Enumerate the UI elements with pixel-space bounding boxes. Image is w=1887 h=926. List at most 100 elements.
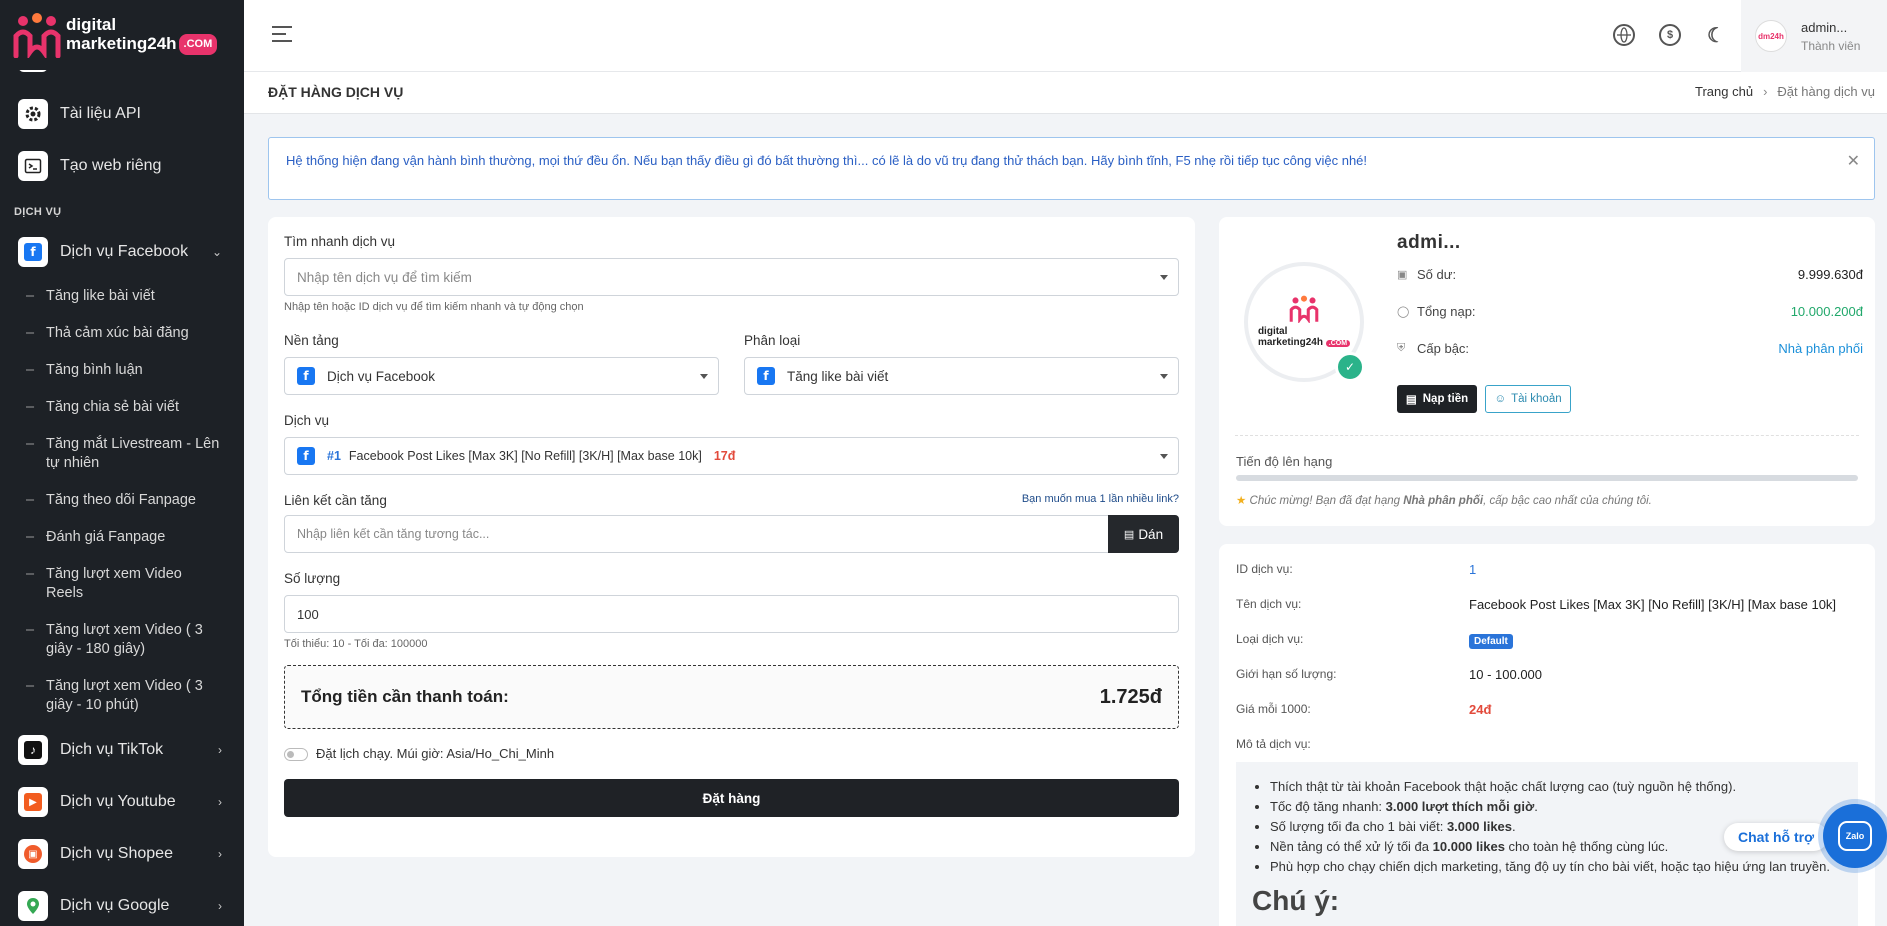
caret-down-icon [700, 374, 708, 379]
balance-row: ▣ Số dư: 9.999.630đ [1397, 267, 1863, 282]
clipboard-icon: ▤ [1123, 528, 1135, 541]
detail-limit-row: Giới hạn số lượng: 10 - 100.000 [1236, 667, 1856, 682]
description-item: Thích thật từ tài khoản Facebook thật ho… [1270, 777, 1844, 797]
dash-icon: – [26, 325, 35, 341]
sidebar-item-shopee[interactable]: ▣ Dịch vụ Shopee › [0, 828, 244, 880]
moon-icon[interactable]: ☾ [1705, 24, 1727, 47]
search-placeholder: Nhập tên dịch vụ để tìm kiếm [297, 269, 472, 285]
schedule-row: Đặt lịch chạy. Múi giờ: Asia/Ho_Chi_Minh [284, 746, 1179, 762]
page-title: ĐẶT HÀNG DỊCH VỤ [268, 84, 404, 100]
account-label: Tài khoản [1511, 393, 1562, 405]
sidebar-subitem[interactable]: – Thả cảm xúc bài đăng [0, 315, 244, 352]
breadcrumb-separator-icon: › [1763, 84, 1768, 99]
brand-logo[interactable]: digital marketing24h .COM [0, 0, 244, 70]
sidebar-item-api-docs[interactable]: Tài liệu API [0, 88, 244, 140]
service-search-select[interactable]: Nhập tên dịch vụ để tìm kiếm [284, 258, 1179, 296]
sidebar-subitem[interactable]: – Tăng bình luận [0, 352, 244, 389]
chevron-right-icon: › [218, 899, 222, 913]
detail-label: Giá mỗi 1000: [1236, 702, 1311, 716]
tiktok-icon: ♪ [18, 735, 48, 765]
order-button[interactable]: Đặt hàng [284, 779, 1179, 818]
category-select[interactable]: f Tăng like bài viết [744, 357, 1179, 395]
breadcrumb-home[interactable]: Trang chủ [1695, 84, 1753, 99]
youtube-icon: ▶ [18, 787, 48, 817]
dash-icon: – [26, 622, 35, 638]
user-menu[interactable]: dm24h admin... Thành viên [1741, 0, 1887, 72]
facebook-icon: f [297, 447, 315, 465]
chevron-right-icon: › [218, 847, 222, 861]
sidebar-subitem[interactable]: – Đánh giá Fanpage [0, 519, 244, 556]
sidebar-subitem[interactable]: – Tăng like bài viết [0, 278, 244, 315]
chat-support-pill[interactable]: Chat hỗ trợ [1724, 823, 1829, 851]
schedule-toggle[interactable] [284, 748, 308, 762]
detail-name-row: Tên dịch vụ: Facebook Post Likes [Max 3K… [1236, 597, 1856, 612]
sidebar-subitem[interactable]: – Tăng lượt xem Video Reels [0, 556, 244, 612]
paste-button[interactable]: ▤ Dán [1108, 515, 1179, 553]
detail-name-value: Facebook Post Likes [Max 3K] [No Refill]… [1469, 597, 1837, 612]
google-maps-icon [18, 891, 48, 921]
currency-icon[interactable]: $ [1659, 24, 1681, 46]
sidebar-section-label: DỊCH VỤ [14, 206, 62, 218]
quantity-input[interactable]: 100 [284, 595, 1179, 633]
sidebar-subitem-label: Tăng lượt xem Video Reels [46, 566, 182, 601]
sidebar-subitem[interactable]: – Tăng lượt xem Video ( 3 giây - 10 phút) [0, 668, 244, 724]
link-input[interactable]: Nhập liên kết cần tăng tương tác... ▤ Dán [284, 515, 1179, 553]
detail-desc-row: Mô tả dịch vụ: [1236, 737, 1856, 751]
sidebar-item-label: Dịch vụ Facebook [60, 243, 189, 260]
sidebar-item-google[interactable]: Dịch vụ Google › [0, 880, 244, 926]
multi-link-link[interactable]: Bạn muốn mua 1 lần nhiều link? [1022, 493, 1179, 508]
topup-label: Nạp tiền [1422, 393, 1469, 405]
chevron-right-icon: › [218, 795, 222, 809]
link-label: Liên kết cần tăng [284, 493, 387, 508]
globe-icon[interactable] [1613, 24, 1635, 46]
page-header: ĐẶT HÀNG DỊCH VỤ Trang chủ › Đặt hàng dịch… [244, 72, 1887, 114]
total-box: Tổng tiền cần thanh toán: 1.725đ [284, 665, 1179, 729]
user-role: Thành viên [1801, 38, 1861, 53]
description-item: Phù hợp cho chạy chiến dịch marketing, t… [1270, 857, 1844, 877]
user-name: admin... [1801, 19, 1848, 35]
dash-icon: – [26, 288, 35, 304]
sidebar-item-tiktok[interactable]: ♪ Dịch vụ TikTok › [0, 724, 244, 776]
sidebar-item-label: Dịch vụ TikTok [60, 741, 164, 758]
profile-card: digital marketing24h .COM ✓ admi... ▣ Số d… [1219, 217, 1875, 526]
sidebar-subitem[interactable]: – Tăng theo dõi Fanpage [0, 482, 244, 519]
sidebar-item-facebook[interactable]: f Dịch vụ Facebook ⌄ [0, 226, 244, 278]
topup-button[interactable]: ▤ Nạp tiền [1397, 385, 1477, 413]
zalo-chat-icon[interactable]: Zalo [1823, 804, 1887, 868]
dash-icon: – [26, 566, 35, 582]
service-select[interactable]: f #1 Facebook Post Likes [Max 3K] [No Re… [284, 437, 1179, 475]
sidebar-subitem-label: Tăng mắt Livestream - Lên tự nhiên [46, 436, 220, 471]
sidebar-item-create-web[interactable]: Tạo web riêng [0, 140, 244, 192]
total-label: Tổng tiền cần thanh toán: [301, 687, 509, 706]
brand-name: digital marketing24h .COM [66, 15, 218, 55]
link-placeholder: Nhập liên kết cần tăng tương tác... [297, 527, 490, 541]
platform-select[interactable]: f Dịch vụ Facebook [284, 357, 719, 395]
close-icon[interactable]: ✕ [1847, 151, 1860, 171]
sidebar-item-youtube[interactable]: ▶ Dịch vụ Youtube › [0, 776, 244, 828]
deposit-row: ◯ Tổng nạp: 10.000.200đ [1397, 304, 1863, 319]
menu-toggle-icon[interactable] [272, 26, 292, 47]
star-icon: ★ [1236, 495, 1247, 507]
order-form-card: Tìm nhanh dịch vụ Nhập tên dịch vụ để tì… [268, 217, 1195, 857]
search-label: Tìm nhanh dịch vụ [284, 234, 396, 249]
verified-icon: ✓ [1335, 352, 1365, 382]
dash-icon: – [26, 492, 35, 508]
divider [1235, 435, 1859, 436]
dash-icon: – [26, 399, 35, 415]
sidebar-subitem-label: Đánh giá Fanpage [46, 529, 166, 545]
account-button[interactable]: ☺ Tài khoản [1485, 385, 1571, 413]
facebook-icon: f [18, 237, 48, 267]
detail-limit-value: 10 - 100.000 [1469, 667, 1543, 682]
sidebar-subitem[interactable]: – Tăng chia sẻ bài viết [0, 389, 244, 426]
breadcrumb: Trang chủ › Đặt hàng dịch vụ [1695, 84, 1875, 99]
rank-progress-bar [1236, 475, 1858, 481]
search-help: Nhập tên hoặc ID dịch vụ để tìm kiếm nha… [284, 301, 584, 313]
shopee-icon: ▣ [18, 839, 48, 869]
category-label: Phân loại [744, 333, 801, 348]
user-icon: ☺ [1494, 393, 1507, 405]
sidebar-subitem[interactable]: – Tăng lượt xem Video ( 3 giây - 180 giây… [0, 612, 244, 668]
dash-icon: – [26, 678, 35, 694]
sidebar-subitem-label: Tăng theo dõi Fanpage [46, 492, 196, 508]
sidebar-subitem[interactable]: – Tăng mắt Livestream - Lên tự nhiên [0, 426, 244, 482]
sidebar-subitem-label: Tăng bình luận [46, 362, 143, 378]
